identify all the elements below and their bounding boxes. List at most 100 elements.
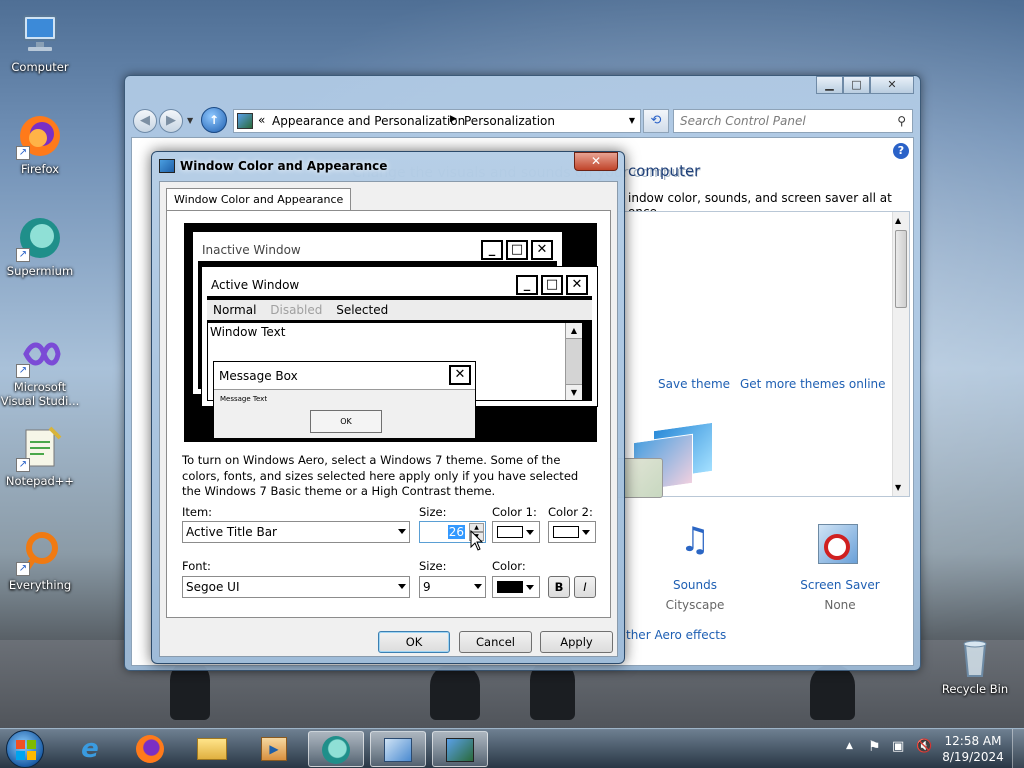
no-screensaver-icon [792, 520, 888, 578]
desktop-icon-everything[interactable]: ↗ Everything [0, 528, 80, 592]
desktop-icon-computer[interactable]: Computer [0, 10, 80, 74]
preview-minimize-icon: _ [516, 275, 538, 295]
font-size-dropdown[interactable]: 9 [419, 576, 486, 598]
desktop-icon-supermium[interactable]: ↗ Supermium [0, 214, 80, 278]
sounds-item[interactable]: ♫ Sounds Cityscape [652, 520, 738, 612]
taskbar-media-player[interactable]: ▶ [246, 731, 302, 767]
taskbar-internet-explorer[interactable]: e [62, 731, 118, 767]
chevron-down-icon [474, 584, 482, 589]
shortcut-arrow-icon: ↗ [16, 562, 30, 576]
aero-info-text: To turn on Windows Aero, select a Window… [182, 453, 579, 498]
desktop-icon-visual-studio[interactable]: ↗ Microsoft Visual Studi... [0, 330, 80, 408]
item-size-value[interactable]: 26 [447, 525, 465, 539]
preview-scrollbar: ▲ ▼ [565, 323, 582, 400]
show-hidden-icons-button[interactable]: ▲ [846, 741, 853, 751]
desktop-icon-label: Firefox [20, 162, 60, 176]
address-dropdown-icon[interactable]: ▼ [629, 116, 635, 125]
control-panel-icon [237, 113, 253, 129]
desktop-icon-label: Recycle Bin [941, 682, 1009, 696]
taskbar-window-color[interactable] [432, 731, 488, 767]
item-dropdown[interactable]: Active Title Bar [182, 521, 410, 543]
shortcut-arrow-icon: ↗ [16, 364, 30, 378]
desktop-icon-recycle-bin[interactable]: Recycle Bin [935, 632, 1015, 696]
clock-date: 8/19/2024 [942, 750, 1004, 764]
chevron-down-icon [398, 529, 406, 534]
apply-button[interactable]: Apply [540, 631, 613, 653]
music-notes-icon: ♫ [679, 520, 711, 560]
desktop-icon-firefox[interactable]: ↗ Firefox [0, 112, 80, 176]
window-text: Window Text [210, 325, 286, 339]
font-dropdown[interactable]: Segoe UI [182, 576, 410, 598]
minimize-button[interactable]: ▁ [816, 76, 843, 94]
menu-normal: Normal [213, 303, 257, 317]
display-settings-icon [446, 738, 474, 762]
action-center-flag-icon[interactable]: ⚑ [868, 739, 881, 755]
desktop-icon-notepad-plus[interactable]: ↗ Notepad++ [0, 424, 80, 488]
volume-muted-icon[interactable]: 🔇 [916, 739, 932, 754]
maximize-button[interactable]: □ [843, 76, 870, 94]
screensaver-item[interactable]: Screen Saver None [792, 520, 888, 612]
back-button[interactable]: ◀ [133, 109, 157, 133]
screensaver-link[interactable]: Screen Saver [792, 578, 888, 592]
recycle-bin-icon [951, 632, 999, 680]
shortcut-arrow-icon: ↗ [16, 248, 30, 262]
themes-list: Save theme Get more themes online ▲ ▼ [576, 211, 910, 498]
message-text: Message Text [220, 395, 268, 403]
window-color-dialog: Window Color and Appearance ✕ Window Col… [151, 151, 625, 664]
show-desktop-button[interactable] [1012, 729, 1024, 768]
forward-button[interactable]: ▶ [159, 109, 183, 133]
font-color-swatch [497, 581, 523, 593]
breadcrumb[interactable]: « Appearance and Personalization ▶ Perso… [233, 109, 641, 133]
breadcrumb-personalization[interactable]: Personalization [464, 114, 555, 128]
dialog-close-button[interactable]: ✕ [574, 152, 618, 171]
desktop-icon-label: Microsoft Visual Studi... [0, 380, 80, 408]
themes-scrollbar[interactable]: ▲ ▼ [892, 212, 909, 496]
chevron-down-icon [526, 530, 534, 535]
taskbar-control-panel[interactable] [370, 731, 426, 767]
control-panel-icon [384, 738, 412, 762]
tab-window-color[interactable]: Window Color and Appearance [166, 188, 352, 211]
taskbar-explorer[interactable] [184, 731, 240, 767]
color2-swatch [553, 526, 579, 538]
notepad-plus-icon: ↗ [16, 424, 64, 472]
color1-picker[interactable] [492, 521, 540, 543]
sounds-link[interactable]: Sounds [652, 578, 738, 592]
refresh-button[interactable]: ⟲ [643, 109, 669, 133]
close-button[interactable]: ✕ [870, 76, 914, 94]
save-theme-link[interactable]: Save theme [658, 377, 730, 391]
dialog-body: Window Color and Appearance Inactive Win… [159, 181, 618, 657]
breadcrumb-appearance[interactable]: Appearance and Personalization [272, 114, 465, 128]
font-color-picker[interactable] [492, 576, 540, 598]
appearance-preview[interactable]: Inactive Window _ □ ✕ Active Window _ □ … [184, 223, 598, 442]
recent-pages-button[interactable]: ▼ [187, 116, 193, 125]
italic-button[interactable]: I [574, 576, 596, 598]
message-box-close-icon: ✕ [449, 365, 471, 385]
ok-button[interactable]: OK [378, 631, 450, 653]
preview-maximize-icon: □ [541, 275, 563, 295]
search-input[interactable]: Search Control Panel ⚲ [673, 109, 913, 133]
taskbar-supermium[interactable] [308, 731, 364, 767]
font-color-label: Color: [492, 559, 526, 573]
breadcrumb-overflow[interactable]: « [258, 113, 265, 127]
aero-effects-link[interactable]: ther Aero effects [626, 628, 726, 642]
chevron-down-icon [398, 584, 406, 589]
cancel-button[interactable]: Cancel [459, 631, 532, 653]
chevron-down-icon [526, 585, 534, 590]
clock[interactable]: 12:58 AM 8/19/2024 [938, 733, 1008, 765]
message-box-title: Message Box [219, 369, 298, 383]
wallpaper-penguin-leg [430, 665, 480, 720]
inactive-window-title: Inactive Window [202, 243, 301, 257]
bold-button[interactable]: B [548, 576, 570, 598]
message-box-titlebar: Message Box ✕ [214, 362, 475, 390]
taskbar-firefox[interactable] [122, 731, 178, 767]
get-more-themes-link[interactable]: Get more themes online [740, 377, 886, 391]
message-box-ok-button: OK [310, 410, 382, 433]
help-icon[interactable]: ? [893, 143, 909, 159]
color2-picker[interactable] [548, 521, 596, 543]
up-button[interactable]: ↑ [201, 107, 227, 133]
network-icon[interactable]: ▣ [892, 739, 904, 754]
dialog-title: Window Color and Appearance [180, 159, 388, 173]
start-button[interactable] [6, 730, 44, 768]
font-size-label: Size: [419, 559, 447, 573]
search-icon[interactable]: ⚲ [897, 110, 906, 132]
